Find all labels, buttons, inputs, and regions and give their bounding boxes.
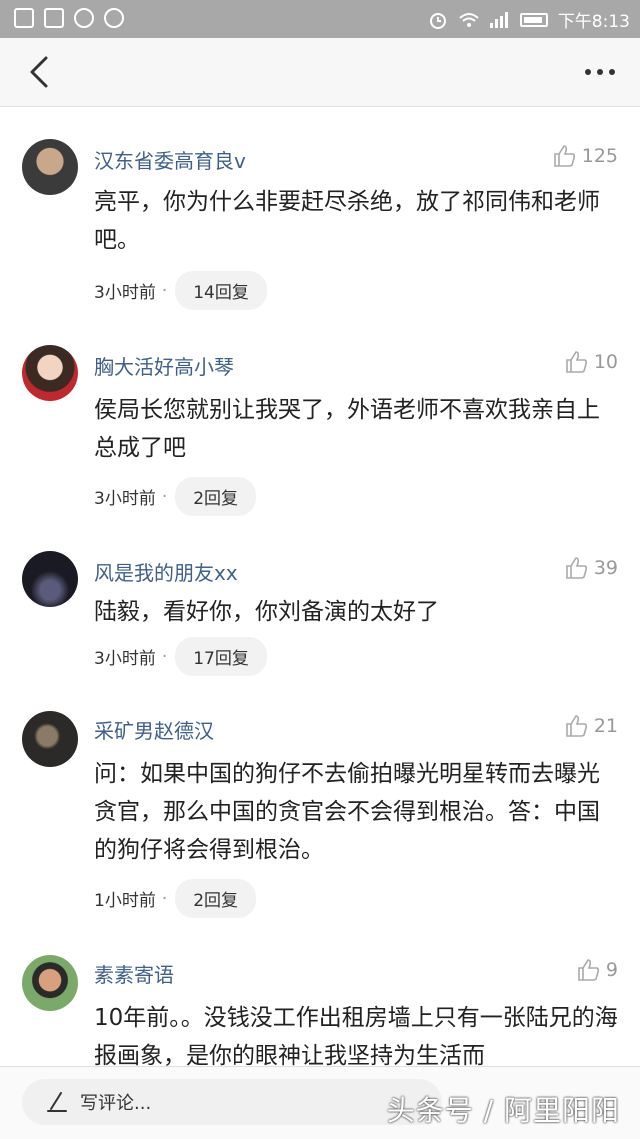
like-button[interactable]: 10 (564, 349, 618, 375)
wifi-icon (459, 12, 479, 27)
like-button[interactable]: 21 (564, 713, 618, 739)
comment-username[interactable]: 采矿男赵德汉 (94, 715, 214, 744)
thumbs-up-icon (566, 351, 587, 373)
comment-text: 侯局长您就别让我哭了，外语老师不喜欢我亲自上总成了吧 (94, 397, 600, 461)
top-nav (0, 38, 640, 107)
like-button[interactable]: 39 (564, 555, 618, 581)
comment-meta: 3小时前 · 14回复 (94, 271, 267, 310)
comment-username[interactable]: 汉东省委高育良v (94, 145, 246, 174)
comment-username[interactable]: 素素寄语 (94, 959, 174, 988)
meta-separator: · (161, 280, 168, 301)
signal-icon (489, 11, 510, 28)
like-count: 9 (605, 959, 618, 981)
avatar[interactable] (22, 955, 78, 1011)
comment-time: 3小时前 (94, 649, 156, 669)
comment-meta: 1小时前 · 2回复 (94, 879, 257, 918)
comment-text: 亮平，你为什么非要赶尽杀绝，放了祁同伟和老师吧。 (94, 189, 600, 253)
avatar[interactable] (22, 711, 78, 767)
write-comment-input[interactable]: 写评论... (22, 1079, 442, 1125)
watermark: 头条号 / 阿里阳阳 (386, 1094, 620, 1127)
comment-time: 1小时前 (94, 891, 156, 911)
comment-text: 10年前。。没钱没工作出租房墙上只有一张陆兄的海报画象，是你的眼神让我坚持为生活… (94, 1005, 618, 1069)
meta-separator: · (161, 646, 168, 667)
like-count: 10 (593, 351, 618, 373)
avatar[interactable] (22, 139, 78, 195)
alarm-icon (429, 12, 446, 29)
comment-meta: 3小时前 · 2回复 (94, 477, 257, 516)
meta-separator: · (161, 486, 168, 507)
reply-count-button[interactable]: 14回复 (175, 271, 267, 310)
gallery-icon (14, 8, 34, 28)
like-count: 21 (593, 715, 618, 737)
thumbs-up-icon (566, 715, 587, 737)
like-button[interactable]: 9 (576, 957, 618, 983)
pen-icon (47, 1092, 67, 1112)
reply-count-button[interactable]: 2回复 (175, 477, 257, 516)
comment-text: 问：如果中国的狗仔不去偷拍曝光明星转而去曝光贪官，那么中国的贪官会不会得到根治。… (94, 761, 600, 863)
comment-time: 3小时前 (94, 283, 156, 303)
avatar[interactable] (22, 551, 78, 607)
back-arrow-icon[interactable] (22, 54, 58, 90)
like-count: 125 (581, 145, 618, 167)
more-options-icon[interactable] (580, 56, 620, 88)
status-right-icons: 下午8:13 (428, 7, 630, 32)
comment-meta: 3小时前 · 17回复 (94, 637, 267, 676)
status-bar: 下午8:13 (0, 0, 640, 38)
more-notifications-icon (104, 8, 124, 28)
comment-time: 3小时前 (94, 489, 156, 509)
like-button[interactable]: 125 (552, 143, 618, 169)
comment-username[interactable]: 风是我的朋友xx (94, 557, 238, 586)
status-time: 下午8:13 (557, 12, 630, 32)
reply-count-button[interactable]: 2回复 (175, 879, 257, 918)
thumbs-up-icon (566, 557, 587, 579)
write-comment-placeholder: 写评论... (80, 1093, 152, 1114)
battery-icon (519, 12, 548, 27)
avatar[interactable] (22, 345, 78, 401)
comment-text: 陆毅，看好你，你刘备演的太好了 (94, 599, 439, 625)
meta-separator: · (161, 888, 168, 909)
globe-icon (74, 8, 94, 28)
bottom-bar: 写评论... 头条号 / 阿里阳阳 (0, 1066, 640, 1139)
thumbs-up-icon (578, 959, 600, 981)
comment-username[interactable]: 胸大活好高小琴 (94, 351, 234, 380)
reply-count-button[interactable]: 17回复 (175, 637, 267, 676)
app-notification-icon (44, 8, 64, 28)
thumbs-up-icon (553, 145, 575, 167)
status-left-icons (14, 8, 124, 28)
like-count: 39 (593, 557, 618, 579)
